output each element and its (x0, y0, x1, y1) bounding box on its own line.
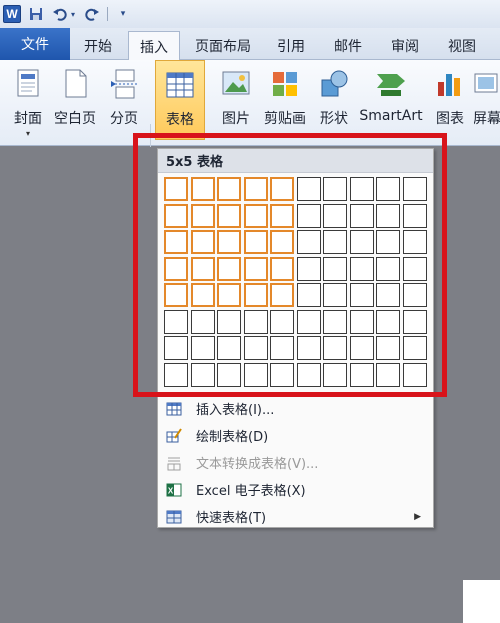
smartart-icon (375, 68, 407, 100)
cover-button[interactable]: 封面 ▾ (8, 60, 48, 138)
tab-mailings[interactable]: 邮件 (325, 31, 371, 60)
menu-item-convert-text[interactable]: 文本转换成表格(V)... (158, 449, 433, 476)
page-break-button[interactable]: 分页 (104, 60, 144, 128)
page-break-icon (108, 68, 140, 100)
shapes-button[interactable]: 形状 (314, 60, 354, 128)
menu-item-draw-table[interactable]: 绘制表格(D) (158, 422, 433, 449)
chart-icon (434, 68, 466, 100)
customize-icon[interactable]: ▾ (114, 5, 132, 23)
undo-dropdown-icon[interactable]: ▾ (69, 5, 77, 23)
clipart-icon (269, 68, 301, 100)
word-logo-icon: W (3, 5, 21, 23)
save-icon[interactable] (27, 5, 45, 23)
chart-button[interactable]: 图表 (430, 60, 470, 128)
screenshot-button[interactable]: 屏幕 (474, 60, 500, 128)
menu-item-excel-spreadsheet[interactable]: X Excel 电子表格(X) (158, 476, 433, 503)
submenu-arrow-icon: ▶ (414, 511, 421, 522)
quick-table-icon (166, 509, 182, 525)
redo-icon[interactable] (83, 5, 101, 23)
svg-text:X: X (168, 486, 174, 495)
tab-references[interactable]: 引用 (270, 31, 312, 60)
tab-file[interactable]: 文件 (0, 28, 70, 60)
table-icon (164, 69, 196, 101)
blank-page-icon (59, 68, 91, 100)
annotation-highlight-box (133, 133, 447, 397)
cover-page-icon (12, 68, 44, 100)
ribbon-tabs: 文件 开始 插入 页面布局 引用 邮件 审阅 视图 (0, 28, 500, 61)
excel-icon: X (166, 482, 182, 498)
screenshot-icon (474, 68, 500, 100)
chevron-down-icon: ▾ (25, 129, 30, 138)
blank-page-button[interactable]: 空白页 (52, 60, 98, 128)
convert-text-icon (166, 455, 182, 471)
tab-home[interactable]: 开始 (74, 31, 122, 60)
shapes-icon (318, 68, 350, 100)
tab-review[interactable]: 审阅 (383, 31, 427, 60)
picture-button[interactable]: 图片 (216, 60, 256, 128)
table-button[interactable]: 表格 (155, 60, 205, 140)
quick-access-toolbar: W ▾ ▾ (0, 0, 500, 28)
smartart-button[interactable]: SmartArt (358, 60, 424, 124)
picture-icon (220, 68, 252, 100)
undo-icon[interactable] (51, 5, 69, 23)
menu-item-quick-tables[interactable]: 快速表格(T) ▶ (158, 503, 433, 530)
tab-insert[interactable]: 插入 (128, 31, 180, 61)
document-page[interactable] (463, 580, 500, 623)
draw-table-icon (166, 427, 182, 444)
clipart-button[interactable]: 剪贴画 (262, 60, 308, 128)
menu-item-insert-table[interactable]: 插入表格(I)... (158, 395, 433, 422)
tab-view[interactable]: 视图 (440, 31, 484, 60)
toolbar-divider (107, 7, 108, 21)
insert-table-icon (166, 401, 182, 417)
tab-page-layout[interactable]: 页面布局 (187, 31, 259, 60)
